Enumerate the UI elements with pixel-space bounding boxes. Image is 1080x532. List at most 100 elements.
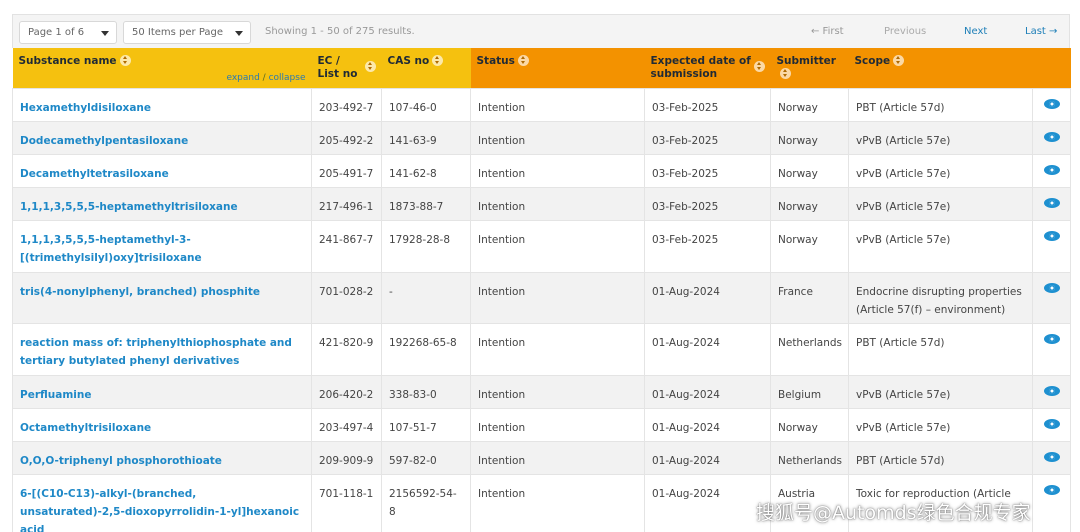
sort-icon[interactable] [432, 55, 444, 66]
sort-icon[interactable] [364, 61, 376, 72]
table-row: Octamethyltrisiloxane 203-497-4 107-51-7… [12, 407, 1071, 442]
sort-icon[interactable] [893, 55, 905, 66]
ec-number: 209-909-9 [311, 440, 382, 475]
substance-name-link[interactable]: Hexamethyldisiloxane [12, 87, 312, 122]
view-cell [1032, 186, 1071, 221]
view-cell [1032, 120, 1071, 155]
next-page-link[interactable]: Next [964, 26, 987, 37]
column-header-scope[interactable]: Scope [848, 48, 1033, 88]
expected-date: 01-Aug-2024 [644, 322, 771, 376]
submitter-cell: Norway [770, 153, 849, 188]
view-cell [1032, 87, 1071, 122]
watermark: 搜狐号@Automds绿色合规专家 [756, 502, 1031, 524]
submitter-cell: France [770, 271, 849, 324]
page-select[interactable]: Page 1 of 6 [19, 21, 117, 44]
eye-icon[interactable] [1043, 197, 1060, 208]
eye-icon[interactable] [1043, 385, 1060, 396]
submitter-cell: Norway [770, 87, 849, 122]
column-header-submitter[interactable]: Submitter [770, 48, 849, 88]
submitter-cell: Netherlands [770, 440, 849, 475]
submitter-cell: Norway [770, 219, 849, 273]
scope-cell: PBT (Article 57d) [848, 440, 1033, 475]
substance-name-link[interactable]: Perfluamine [12, 374, 312, 409]
scope-cell: Endocrine disrupting properties (Article… [848, 271, 1033, 324]
view-cell [1032, 473, 1071, 532]
eye-icon[interactable] [1043, 333, 1060, 344]
view-cell [1032, 440, 1071, 475]
substance-name-link[interactable]: 1,1,1,3,5,5,5-heptamethyltrisiloxane [12, 186, 312, 221]
expand-collapse-separator: / [259, 72, 269, 83]
substance-table: Substance name expand / collapse EC / Li… [12, 48, 1071, 532]
ec-number: 421-820-9 [311, 322, 382, 376]
cas-number: 192268-65-8 [381, 322, 471, 376]
eye-icon[interactable] [1043, 230, 1060, 241]
cas-number: 107-46-0 [381, 87, 471, 122]
expected-date: 01-Aug-2024 [644, 374, 771, 409]
table-row: Hexamethyldisiloxane 203-492-7 107-46-0 … [12, 87, 1071, 122]
substance-name-link[interactable]: Dodecamethylpentasiloxane [12, 120, 312, 155]
substance-name-link[interactable]: 6-[(C10-C13)-alkyl-(branched, unsaturate… [12, 473, 312, 532]
collapse-link[interactable]: collapse [269, 73, 306, 83]
view-cell [1032, 374, 1071, 409]
view-cell [1032, 322, 1071, 376]
column-label: Scope [854, 55, 891, 67]
status-cell: Intention [470, 473, 645, 532]
column-header-expected-date[interactable]: Expected date of submission [644, 48, 771, 88]
column-header-actions [1032, 48, 1071, 88]
eye-icon[interactable] [1043, 418, 1060, 429]
eye-icon[interactable] [1043, 451, 1060, 462]
column-label: submission [650, 68, 718, 80]
ec-number: 206-420-2 [311, 374, 382, 409]
eye-icon[interactable] [1043, 484, 1060, 495]
substance-name-link[interactable]: O,O,O-triphenyl phosphorothioate [12, 440, 312, 475]
first-page-link[interactable]: ← First [811, 26, 844, 37]
status-cell: Intention [470, 186, 645, 221]
eye-icon[interactable] [1043, 282, 1060, 293]
chevron-down-icon [235, 31, 243, 36]
substance-name-link[interactable]: reaction mass of: triphenylthiophosphate… [12, 322, 312, 376]
status-cell: Intention [470, 322, 645, 376]
substance-name-link[interactable]: 1,1,1,3,5,5,5-heptamethyl-3-[(trimethyls… [12, 219, 312, 273]
submitter-cell: Belgium [770, 374, 849, 409]
ec-number: 217-496-1 [311, 186, 382, 221]
submitter-cell: Norway [770, 120, 849, 155]
sort-icon[interactable] [517, 55, 529, 66]
items-per-page-select[interactable]: 50 Items per Page [123, 21, 251, 44]
expand-collapse-toggle: expand / collapse [226, 72, 305, 85]
substance-name-link[interactable]: tris(4-nonylphenyl, branched) phosphite [12, 271, 312, 324]
table-row: 1,1,1,3,5,5,5-heptamethyl-3-[(trimethyls… [12, 219, 1071, 273]
column-header-substance-name[interactable]: Substance name expand / collapse [12, 48, 312, 88]
submitter-cell: Norway [770, 186, 849, 221]
ec-number: 205-491-7 [311, 153, 382, 188]
eye-icon[interactable] [1043, 98, 1060, 109]
expected-date: 03-Feb-2025 [644, 120, 771, 155]
sort-icon[interactable] [779, 68, 791, 79]
substance-name-link[interactable]: Decamethyltetrasiloxane [12, 153, 312, 188]
eye-icon[interactable] [1043, 164, 1060, 175]
column-header-cas[interactable]: CAS no [381, 48, 471, 88]
expected-date: 03-Feb-2025 [644, 87, 771, 122]
last-page-link[interactable]: Last → [1025, 26, 1057, 37]
view-cell [1032, 219, 1071, 273]
status-cell: Intention [470, 440, 645, 475]
expand-link[interactable]: expand [226, 73, 259, 83]
sort-icon[interactable] [119, 55, 131, 66]
status-cell: Intention [470, 120, 645, 155]
status-cell: Intention [470, 271, 645, 324]
cas-number: - [381, 271, 471, 324]
eye-icon[interactable] [1043, 131, 1060, 142]
items-per-page-label: 50 Items per Page [132, 27, 224, 38]
table-row: 1,1,1,3,5,5,5-heptamethyltrisiloxane 217… [12, 186, 1071, 221]
column-header-status[interactable]: Status [470, 48, 645, 88]
column-label: CAS no [387, 55, 430, 67]
cas-number: 17928-28-8 [381, 219, 471, 273]
view-cell [1032, 407, 1071, 442]
pagination-bar: Page 1 of 6 50 Items per Page Showing 1 … [12, 14, 1070, 48]
scope-cell: vPvB (Article 57e) [848, 120, 1033, 155]
substance-name-link[interactable]: Octamethyltrisiloxane [12, 407, 312, 442]
ec-number: 203-497-4 [311, 407, 382, 442]
sort-icon[interactable] [753, 61, 765, 72]
column-header-ec[interactable]: EC / List no [311, 48, 382, 88]
previous-page-link[interactable]: Previous [884, 26, 926, 37]
cas-number: 107-51-7 [381, 407, 471, 442]
